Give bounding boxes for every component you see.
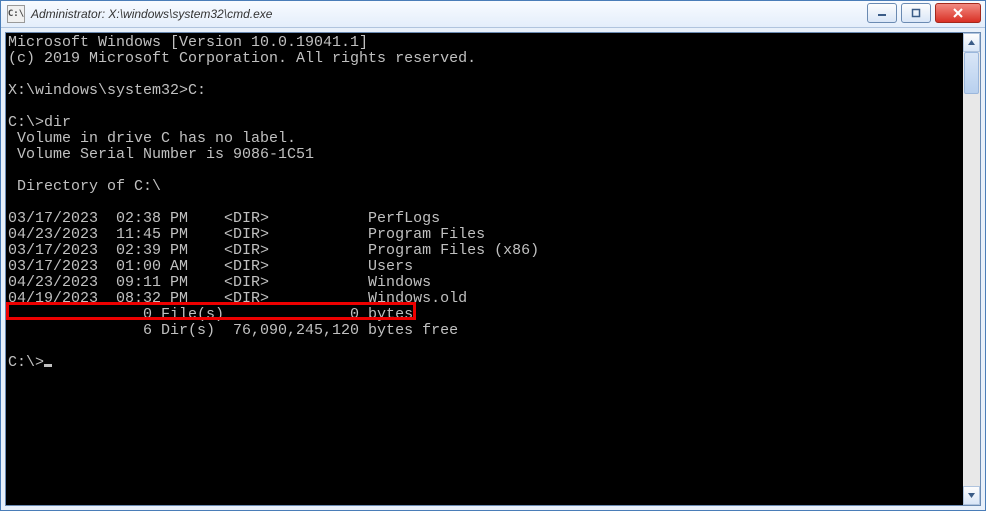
line-dirof: Directory of C:\: [8, 178, 161, 195]
directory-listing: 03/17/2023 02:38 PM <DIR> PerfLogs 04/23…: [8, 210, 539, 307]
chevron-down-icon: [967, 491, 976, 500]
vertical-scrollbar[interactable]: [963, 33, 980, 505]
cursor: [44, 364, 52, 367]
line-serial: Volume Serial Number is 9086-1C51: [8, 146, 314, 163]
scroll-track[interactable]: [963, 52, 980, 486]
minimize-icon: [877, 8, 887, 18]
line-prompt3: C:\>: [8, 354, 44, 371]
close-button[interactable]: [935, 3, 981, 23]
line-volume: Volume in drive C has no label.: [8, 130, 296, 147]
console-output: Microsoft Windows [Version 10.0.19041.1]…: [8, 35, 963, 503]
minimize-button[interactable]: [867, 3, 897, 23]
maximize-icon: [911, 8, 921, 18]
cmd-app-icon: C:\: [7, 5, 25, 23]
scroll-thumb[interactable]: [964, 52, 979, 94]
line-version: Microsoft Windows [Version 10.0.19041.1]: [8, 35, 368, 51]
close-icon: [952, 7, 964, 19]
titlebar[interactable]: C:\ Administrator: X:\windows\system32\c…: [1, 1, 985, 28]
chevron-up-icon: [967, 38, 976, 47]
console-area[interactable]: Microsoft Windows [Version 10.0.19041.1]…: [5, 32, 981, 506]
line-copyright: (c) 2019 Microsoft Corporation. All righ…: [8, 50, 476, 67]
scroll-up-button[interactable]: [963, 33, 980, 52]
line-summary-files: 0 File(s) 0 bytes: [8, 306, 413, 323]
line-prompt2: C:\>dir: [8, 114, 71, 131]
scroll-down-button[interactable]: [963, 486, 980, 505]
cmd-window: C:\ Administrator: X:\windows\system32\c…: [0, 0, 986, 511]
window-title: Administrator: X:\windows\system32\cmd.e…: [29, 7, 272, 21]
maximize-button[interactable]: [901, 3, 931, 23]
window-buttons: [867, 3, 981, 23]
line-summary-dirs: 6 Dir(s) 76,090,245,120 bytes free: [8, 322, 458, 339]
line-prompt1: X:\windows\system32>C:: [8, 82, 206, 99]
